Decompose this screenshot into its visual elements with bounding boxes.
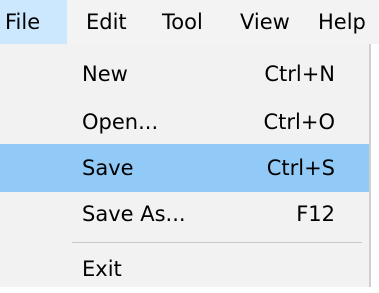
menu-tool-label: Tool	[162, 10, 203, 34]
menu-view[interactable]: View	[240, 0, 290, 44]
menu-file[interactable]: File	[0, 0, 67, 44]
menu-file-label: File	[5, 10, 41, 34]
menu-item-exit[interactable]: Exit	[0, 245, 369, 293]
menu-help[interactable]: Help	[318, 0, 366, 44]
menu-edit[interactable]: Edit	[86, 0, 127, 44]
menu-item-open-label: Open...	[82, 110, 159, 134]
menu-item-save-as[interactable]: Save As... F12	[0, 190, 369, 238]
menu-item-open-shortcut: Ctrl+O	[263, 110, 336, 134]
menu-bar: File Edit Tool View Help	[0, 0, 379, 44]
menu-tool[interactable]: Tool	[162, 0, 203, 44]
menu-edit-label: Edit	[86, 10, 127, 34]
menu-item-new-label: New	[82, 62, 128, 86]
menu-item-new[interactable]: New Ctrl+N	[0, 50, 369, 98]
menu-item-save-label: Save	[82, 156, 134, 180]
menu-help-label: Help	[318, 10, 366, 34]
menu-item-save[interactable]: Save Ctrl+S	[0, 144, 369, 192]
menu-item-save-as-label: Save As...	[82, 202, 186, 226]
menu-item-save-shortcut: Ctrl+S	[266, 156, 335, 180]
menu-view-label: View	[240, 10, 290, 34]
file-dropdown-menu: New Ctrl+N Open... Ctrl+O Save Ctrl+S Sa…	[0, 44, 371, 287]
menu-item-save-as-shortcut: F12	[296, 202, 335, 226]
menu-item-open[interactable]: Open... Ctrl+O	[0, 98, 369, 146]
menu-item-exit-label: Exit	[82, 257, 122, 281]
menu-separator	[72, 242, 362, 243]
menu-item-new-shortcut: Ctrl+N	[264, 62, 335, 86]
